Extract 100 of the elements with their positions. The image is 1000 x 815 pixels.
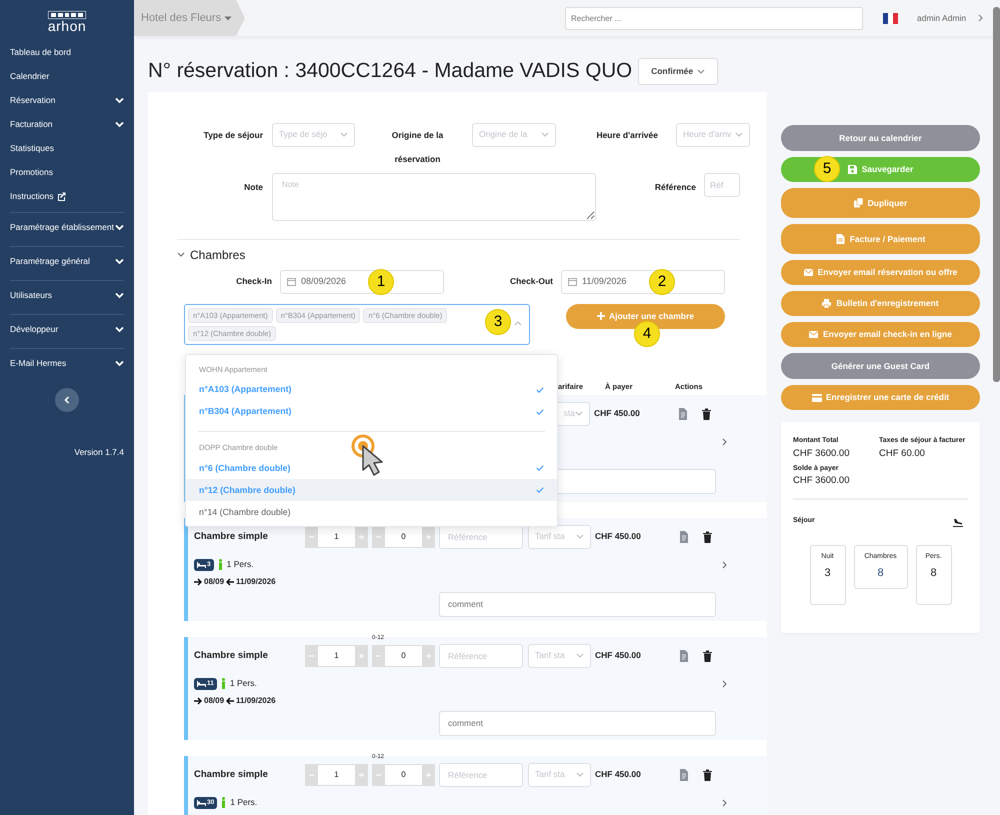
arrival-date: 08/09 bbox=[204, 694, 224, 707]
departure-date: 11/09/2026 bbox=[236, 694, 276, 707]
chevron-down-icon bbox=[697, 68, 706, 74]
sidebar-item[interactable]: Instructions bbox=[0, 184, 134, 208]
comment-field[interactable]: comment bbox=[439, 592, 716, 617]
sidebar-item[interactable]: Paramétrage général bbox=[10, 246, 124, 276]
stat-value: 8 bbox=[876, 566, 885, 581]
select-field[interactable]: Type de séjo bbox=[272, 122, 355, 147]
chevron-down-icon bbox=[115, 326, 124, 333]
action-button[interactable]: Retour au calendrier bbox=[781, 125, 980, 151]
search-field[interactable]: Rechercher ... bbox=[565, 6, 863, 30]
status-dropdown[interactable]: Confirmée bbox=[638, 58, 718, 85]
document-icon[interactable] bbox=[679, 650, 689, 662]
chevron-right-icon[interactable] bbox=[722, 438, 727, 446]
sidebar-item[interactable]: Développeur bbox=[10, 314, 124, 344]
action-button[interactable]: Bulletin d'enregistrement bbox=[781, 291, 980, 316]
sidebar-item[interactable]: Calendrier bbox=[0, 64, 134, 88]
room-type-name: Chambre simple bbox=[194, 530, 269, 544]
reference-field[interactable]: Référence bbox=[439, 644, 523, 668]
chevron-down-icon bbox=[541, 132, 549, 138]
persons-count: 1 Pers. bbox=[230, 796, 258, 810]
calendar-icon bbox=[287, 277, 296, 286]
action-button[interactable]: Envoyer email réservation ou offre bbox=[781, 260, 980, 285]
action-button[interactable]: Dupliquer bbox=[781, 188, 980, 218]
bed-icon bbox=[197, 800, 206, 806]
chevron-down-icon bbox=[735, 132, 743, 138]
document-icon[interactable] bbox=[679, 768, 689, 781]
trash-icon[interactable] bbox=[703, 650, 712, 662]
version-text: Version 1.7.4 bbox=[73, 446, 125, 459]
plus-icon bbox=[355, 764, 368, 786]
reference-field[interactable]: Réf bbox=[704, 172, 740, 197]
copy-icon bbox=[854, 198, 864, 208]
sidebar-item[interactable]: Statistiques bbox=[0, 136, 134, 160]
printer-icon bbox=[822, 298, 832, 308]
user-name[interactable]: admin Admin bbox=[917, 12, 966, 24]
sidebar-item[interactable]: E-Mail Hermes bbox=[10, 348, 124, 378]
document-icon[interactable] bbox=[678, 408, 688, 420]
stat-value: 8 bbox=[929, 566, 938, 581]
envelope-icon bbox=[809, 330, 820, 340]
comment-field[interactable]: comment bbox=[439, 710, 716, 736]
caret-down-icon bbox=[224, 16, 232, 20]
sidebar-item[interactable]: Promotions bbox=[0, 160, 134, 184]
sidebar-item[interactable]: Tableau de bord bbox=[0, 40, 134, 64]
envelope-icon bbox=[804, 268, 814, 278]
select-field[interactable]: Origine de la bbox=[472, 122, 556, 147]
rate-select[interactable]: Tarif sta bbox=[528, 524, 591, 549]
arrow-right-icon bbox=[194, 696, 202, 705]
trash-icon[interactable] bbox=[703, 530, 712, 543]
room-option[interactable]: n°A103 (Appartement) bbox=[186, 379, 557, 401]
total-amount: CHF 3600.00 bbox=[793, 446, 851, 460]
sidebar-item[interactable]: Utilisateurs bbox=[10, 280, 124, 310]
select-field[interactable]: Heure d'arriv bbox=[676, 122, 750, 147]
balance-amount: CHF 3600.00 bbox=[793, 474, 851, 488]
document-icon[interactable] bbox=[679, 530, 689, 543]
bed-icon bbox=[197, 562, 206, 568]
departure-date: 11/09/2026 bbox=[236, 576, 276, 588]
sidebar-item[interactable]: Paramétrage établissement bbox=[10, 212, 124, 242]
plus-icon bbox=[596, 312, 605, 320]
room-type-name: Chambre simple bbox=[194, 768, 269, 782]
action-button[interactable]: Envoyer email check-in en ligne bbox=[781, 322, 980, 347]
rate-select[interactable]: Tarif sta bbox=[528, 644, 591, 668]
flag-icon bbox=[883, 12, 898, 24]
plus-icon bbox=[355, 644, 368, 667]
chevron-down-icon bbox=[115, 224, 124, 231]
sidebar-item[interactable]: Réservation bbox=[0, 88, 134, 112]
check-icon bbox=[536, 409, 544, 415]
reference-field[interactable]: Référence bbox=[439, 762, 523, 787]
chevron-right-icon[interactable] bbox=[722, 680, 727, 688]
rate-select[interactable]: Tarif sta bbox=[528, 762, 591, 787]
field-label: Check-In bbox=[235, 275, 272, 288]
room-option[interactable]: n°12 (Chambre double) bbox=[186, 479, 557, 502]
chevron-right-icon[interactable] bbox=[722, 560, 727, 569]
tax-amount: CHF 60.00 bbox=[879, 446, 926, 460]
persons-count: 1 Pers. bbox=[230, 677, 257, 690]
action-button[interactable]: Facture / Paiement bbox=[781, 224, 980, 254]
action-button[interactable]: Générer une Guest Card bbox=[781, 353, 980, 379]
chevron-down-icon[interactable] bbox=[177, 252, 185, 258]
room-option[interactable]: n°14 (Chambre double) bbox=[186, 501, 557, 524]
room-option[interactable]: n°6 (Chambre double) bbox=[186, 457, 557, 480]
check-icon bbox=[536, 487, 544, 494]
chevron-down-icon bbox=[575, 411, 583, 416]
person-icon bbox=[220, 678, 226, 690]
room-price: CHF 450.00 bbox=[595, 768, 642, 782]
hotel-selector[interactable]: Hotel des Fleurs bbox=[134, 0, 245, 36]
chevron-right-icon[interactable] bbox=[722, 798, 727, 807]
sidebar-item[interactable]: Facturation bbox=[0, 112, 134, 136]
note-field[interactable]: Note bbox=[272, 172, 596, 221]
scrollbar[interactable] bbox=[993, 7, 1000, 382]
collapse-button[interactable] bbox=[55, 388, 79, 412]
trash-icon[interactable] bbox=[702, 408, 711, 420]
arrow-left-icon bbox=[226, 578, 234, 586]
add-room-button[interactable]: Ajouter une chambre bbox=[566, 304, 725, 329]
field-label: Type de séjour bbox=[202, 128, 263, 142]
bed-icon bbox=[197, 680, 206, 687]
logo-icon bbox=[48, 11, 86, 19]
chevron-down-icon bbox=[340, 132, 348, 138]
field-label: Référence bbox=[654, 180, 696, 194]
trash-icon[interactable] bbox=[703, 768, 712, 781]
action-button[interactable]: Enregistrer une carte de crédit bbox=[781, 385, 980, 410]
step-number-badge: 3 bbox=[485, 308, 511, 335]
